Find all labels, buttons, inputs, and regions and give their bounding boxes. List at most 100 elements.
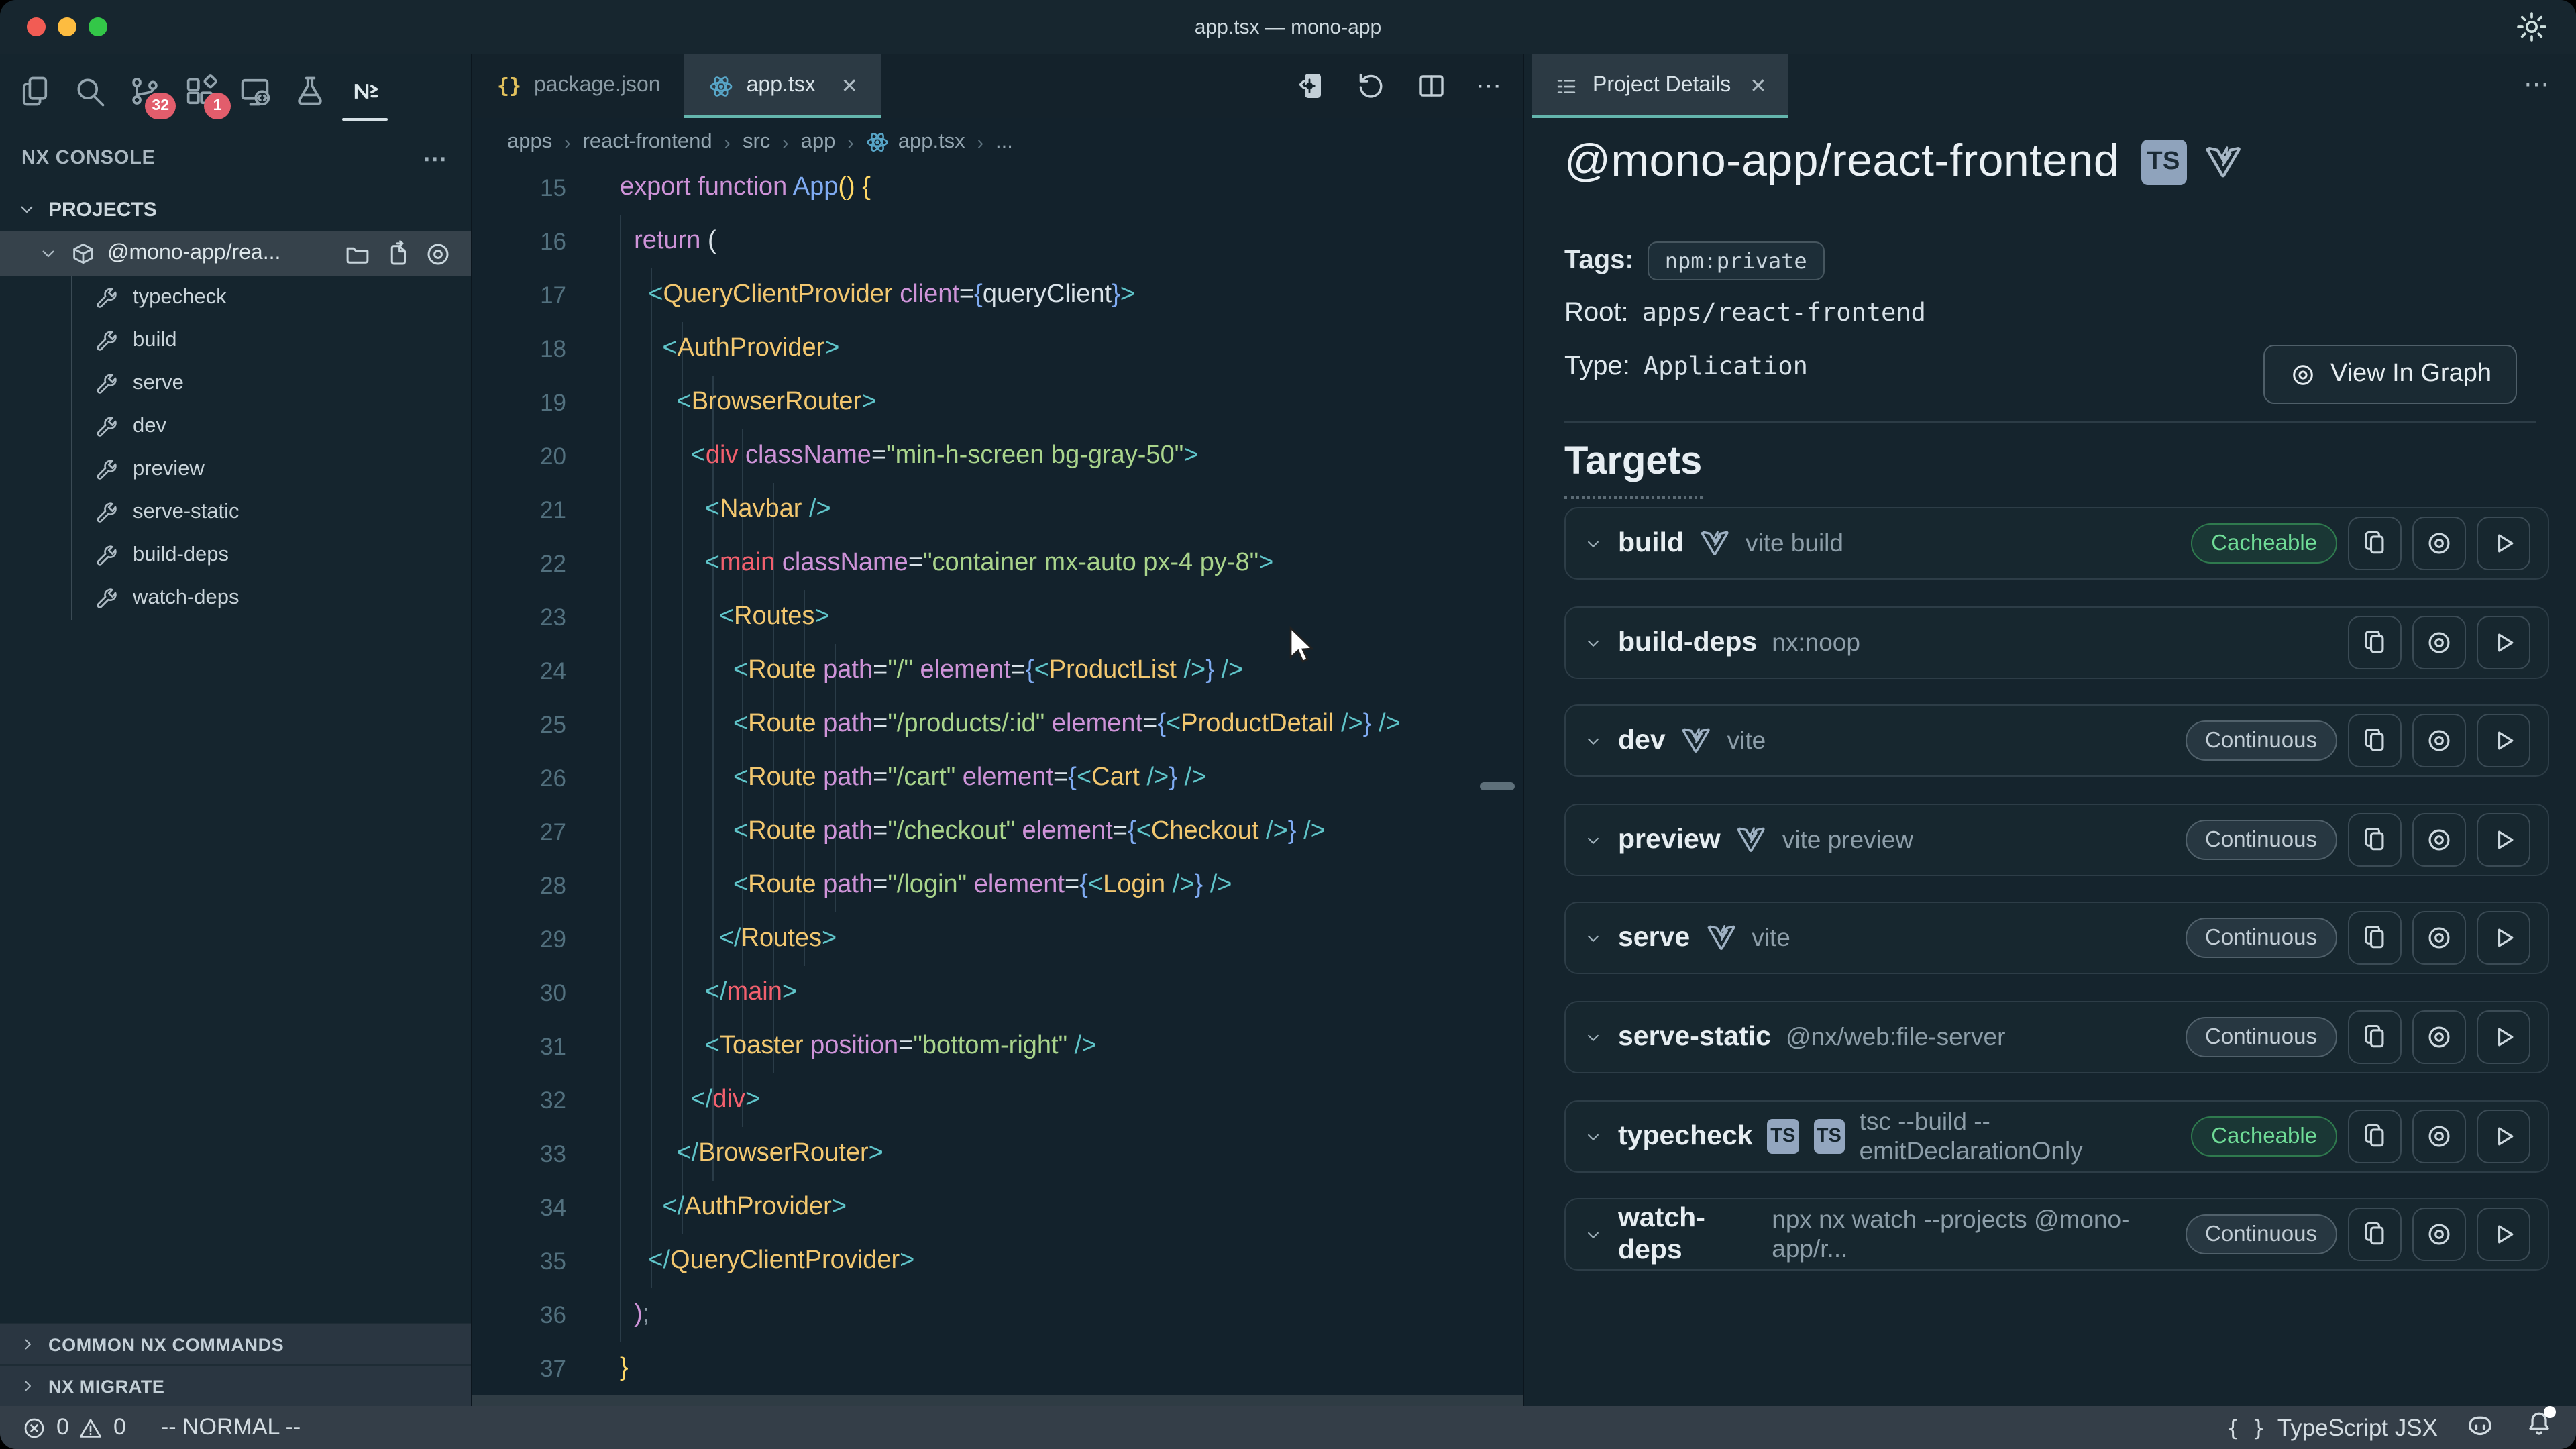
file-export-icon[interactable] [384,239,412,268]
target-card-serve[interactable]: serveviteContinuous [1564,902,2549,974]
chevron-down-icon [1583,1126,1603,1146]
target-card-watch-deps[interactable]: watch-depsnpx nx watch --projects @mono-… [1564,1198,2549,1271]
panel-more-icon[interactable]: ⋯ [2524,70,2552,101]
run-target-button[interactable] [2477,714,2530,767]
view-in-graph-button[interactable]: View In Graph [2263,345,2517,404]
code-line-23: 23 <Routes> [472,590,1523,644]
run-target-button[interactable] [2477,813,2530,867]
nx-console-icon[interactable] [346,72,384,110]
target-card-preview[interactable]: previewvite previewContinuous [1564,804,2549,876]
target-card-dev[interactable]: devviteContinuous [1564,704,2549,777]
target-card-build[interactable]: buildvite buildCacheable [1564,507,2549,580]
view-target-button[interactable] [2412,1010,2466,1064]
continuous-badge: Continuous [2185,918,2337,958]
target-actions: Continuous [2185,911,2530,965]
split-editor-icon[interactable] [1415,70,1448,102]
remote-explorer-icon[interactable] [236,72,274,110]
explorer-icon[interactable] [16,72,54,110]
breadcrumb-item-src[interactable]: src [743,130,770,154]
line-number: 34 [472,1181,566,1234]
language-mode[interactable]: { } TypeScript JSX [2226,1413,2438,1442]
run-target-button[interactable] [2477,616,2530,669]
tree-item-project[interactable]: @mono-app/rea... [0,231,471,276]
run-target-button[interactable] [2477,911,2530,965]
breadcrumb-item-react-frontend[interactable]: react-frontend [583,130,712,154]
copy-button[interactable] [2348,1208,2402,1261]
run-target-button[interactable] [2477,1110,2530,1163]
copy-button[interactable] [2348,911,2402,965]
problems-status[interactable]: 0 0 [21,1414,126,1441]
tree-section-projects[interactable]: PROJECTS [0,188,471,231]
line-number: 19 [472,376,566,429]
sidebar-more-icon[interactable]: ⋯ [423,144,449,172]
panel-body: @mono-app/react-frontend TS Tags: npm:pr… [1524,118,2576,1406]
line-number: 31 [472,1020,566,1073]
copy-button[interactable] [2348,616,2402,669]
copy-button[interactable] [2348,517,2402,570]
target-icon[interactable] [424,239,452,268]
projects-tree: PROJECTS@mono-app/rea...typecheckbuildse… [0,188,471,620]
code-text: <Route path="/login" element={<Login />}… [620,859,1232,912]
copy-button[interactable] [2348,1110,2402,1163]
root-value: apps/react-frontend [1642,299,1926,327]
source-control-icon[interactable]: 32 [126,72,164,110]
copy-button[interactable] [2348,714,2402,767]
view-target-button[interactable] [2412,1110,2466,1163]
copy-button[interactable] [2348,813,2402,867]
code-text: </BrowserRouter> [620,1127,883,1181]
search-icon[interactable] [71,72,109,110]
error-icon [21,1415,47,1440]
editor-tab-package.json[interactable]: {}package.json [472,54,685,118]
target-card-typecheck[interactable]: typecheckTSTStsc --build --emitDeclarati… [1564,1100,2549,1173]
editor-actions: ⋯ [1295,54,1504,118]
code-text: <Route path="/cart" element={<Cart />} /… [620,751,1206,805]
notifications-bell-icon[interactable] [2524,1409,2555,1446]
section-nx-migrate[interactable]: NX MIGRATE [0,1364,471,1406]
scrollbar-thumb[interactable] [1480,782,1515,790]
sidebar-header: NX CONSOLE ⋯ [0,129,471,188]
code-line-17: 17 <QueryClientProvider client={queryCli… [472,268,1523,322]
view-target-button[interactable] [2412,813,2466,867]
breadcrumb-item-app[interactable]: app [801,130,836,154]
view-target-button[interactable] [2412,714,2466,767]
gear-icon[interactable] [2514,9,2549,44]
code-text: <Navbar /> [620,483,831,537]
section-common-nx-commands[interactable]: COMMON NX COMMANDS [0,1323,471,1364]
target-card-serve-static[interactable]: serve-static@nx/web:file-serverContinuou… [1564,1001,2549,1073]
editor-tab-app.tsx[interactable]: app.tsx✕ [685,54,882,118]
more-actions-icon[interactable]: ⋯ [1476,70,1504,101]
run-target-button[interactable] [2477,1010,2530,1064]
tags-row: Tags: npm:private [1564,241,1825,280]
refresh-icon[interactable] [1355,70,1387,102]
breadcrumb-item-...[interactable]: ... [996,130,1013,154]
breadcrumb-item-apps[interactable]: apps [507,130,552,154]
run-target-button[interactable] [2477,517,2530,570]
close-icon[interactable]: ✕ [1750,74,1766,98]
typescript-badge-icon: TS [1813,1119,1845,1154]
tags-label: Tags: [1564,246,1634,276]
folder-icon[interactable] [343,239,372,268]
code-text: </Routes> [620,912,837,966]
line-number: 20 [472,429,566,483]
list-tree-icon [1554,73,1579,99]
tab-project-details[interactable]: Project Details ✕ [1532,54,1788,118]
view-target-button[interactable] [2412,911,2466,965]
warning-count: 0 [113,1414,126,1441]
badge-count: 32 [145,93,176,119]
copilot-icon[interactable] [2465,1411,2497,1444]
view-target-button[interactable] [2412,517,2466,570]
vim-mode-indicator[interactable]: -- NORMAL -- [161,1414,301,1441]
code-editor[interactable]: 15export function App() {16 return (17 <… [472,166,1523,1406]
view-target-button[interactable] [2412,1208,2466,1261]
settings-editor-icon[interactable] [1295,70,1327,102]
extensions-icon[interactable]: 1 [181,72,219,110]
test-beaker-icon[interactable] [291,72,329,110]
copy-button[interactable] [2348,1010,2402,1064]
close-icon[interactable]: ✕ [841,74,858,98]
target-card-build-deps[interactable]: build-depsnx:noop [1564,606,2549,679]
run-target-button[interactable] [2477,1208,2530,1261]
target-actions [2348,616,2530,669]
vite-icon [1705,922,1737,954]
breadcrumb-item-app.tsx[interactable]: app.tsx [866,130,965,154]
view-target-button[interactable] [2412,616,2466,669]
